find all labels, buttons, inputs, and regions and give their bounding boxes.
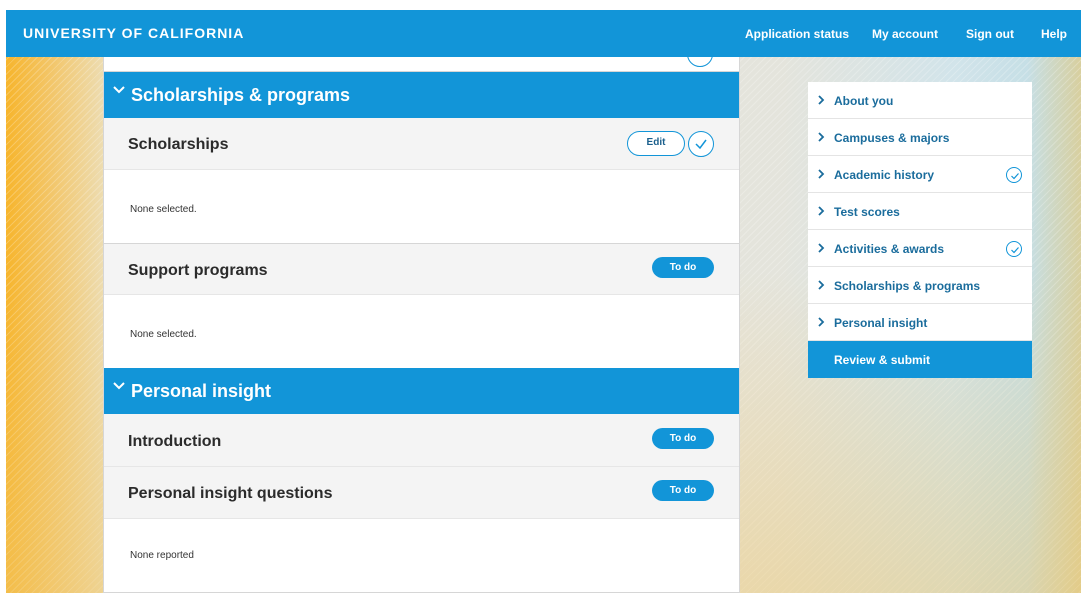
- row-introduction: Introduction To do: [104, 414, 739, 467]
- nav-help[interactable]: Help: [1041, 27, 1067, 41]
- sidebar-navigation: About you Campuses & majors Academic his…: [808, 82, 1032, 378]
- nav-sign-out[interactable]: Sign out: [966, 27, 1014, 41]
- sidebar-item-label: Test scores: [834, 205, 900, 219]
- row-scholarships: Scholarships Edit: [104, 118, 739, 170]
- row-personal-insight-questions: Personal insight questions To do: [104, 467, 739, 519]
- top-navigation-bar: UNIVERSITY OF CALIFORNIA Application sta…: [6, 10, 1081, 57]
- site-brand[interactable]: UNIVERSITY OF CALIFORNIA: [23, 25, 244, 41]
- check-circle-icon: [688, 131, 714, 157]
- row-title: Support programs: [128, 262, 268, 279]
- check-circle-icon: [687, 57, 713, 67]
- application-review-panel: Scholarships & programs Scholarships Edi…: [103, 57, 740, 593]
- previous-row-edge: [104, 57, 739, 72]
- chevron-right-icon: [818, 317, 825, 327]
- sidebar-item-scholarships-programs[interactable]: Scholarships & programs: [808, 267, 1032, 304]
- chevron-right-icon: [818, 95, 825, 105]
- nav-application-status[interactable]: Application status: [745, 27, 849, 41]
- sidebar-item-label: Review & submit: [834, 353, 931, 367]
- row-body-personal-insight-questions: None reported: [104, 519, 739, 593]
- sidebar-item-campuses-majors[interactable]: Campuses & majors: [808, 119, 1032, 156]
- todo-button[interactable]: To do: [652, 257, 714, 278]
- chevron-right-icon: [818, 206, 825, 216]
- row-title: Introduction: [128, 433, 222, 450]
- sidebar-item-label: Personal insight: [834, 316, 928, 330]
- chevron-right-icon: [818, 169, 825, 179]
- section-header-scholarships-programs[interactable]: Scholarships & programs: [104, 72, 739, 118]
- sidebar-item-personal-insight[interactable]: Personal insight: [808, 304, 1032, 341]
- chevron-down-icon: [113, 86, 125, 94]
- row-title: Scholarships: [128, 136, 229, 153]
- section-header-personal-insight[interactable]: Personal insight: [104, 368, 739, 414]
- sidebar-item-test-scores[interactable]: Test scores: [808, 193, 1032, 230]
- row-body-text: None selected.: [130, 329, 197, 340]
- sidebar-item-label: Activities & awards: [834, 242, 945, 256]
- sidebar-item-label: About you: [834, 94, 894, 108]
- sidebar-item-label: Academic history: [834, 168, 935, 182]
- nav-my-account[interactable]: My account: [872, 27, 938, 41]
- chevron-right-icon: [818, 243, 825, 253]
- row-body-scholarships: None selected.: [104, 170, 739, 244]
- sidebar-item-label: Scholarships & programs: [834, 279, 981, 293]
- sidebar-item-academic-history[interactable]: Academic history: [808, 156, 1032, 193]
- row-support-programs: Support programs To do: [104, 244, 739, 295]
- row-title: Personal insight questions: [128, 485, 333, 502]
- check-circle-icon: [1006, 241, 1022, 257]
- chevron-right-icon: [818, 280, 825, 290]
- edit-button[interactable]: Edit: [627, 131, 685, 156]
- sidebar-item-about-you[interactable]: About you: [808, 82, 1032, 119]
- sidebar-item-label: Campuses & majors: [834, 131, 950, 145]
- check-circle-icon: [1006, 167, 1022, 183]
- chevron-down-icon: [113, 382, 125, 390]
- chevron-right-icon: [818, 132, 825, 142]
- sidebar-item-activities-awards[interactable]: Activities & awards: [808, 230, 1032, 267]
- todo-button[interactable]: To do: [652, 480, 714, 501]
- row-body-text: None reported: [130, 550, 194, 561]
- section-title: Scholarships & programs: [131, 85, 351, 105]
- sidebar-item-review-submit[interactable]: Review & submit: [808, 341, 1032, 378]
- section-title: Personal insight: [131, 381, 272, 401]
- row-body-text: None selected.: [130, 204, 197, 215]
- row-body-support-programs: None selected.: [104, 295, 739, 369]
- todo-button[interactable]: To do: [652, 428, 714, 449]
